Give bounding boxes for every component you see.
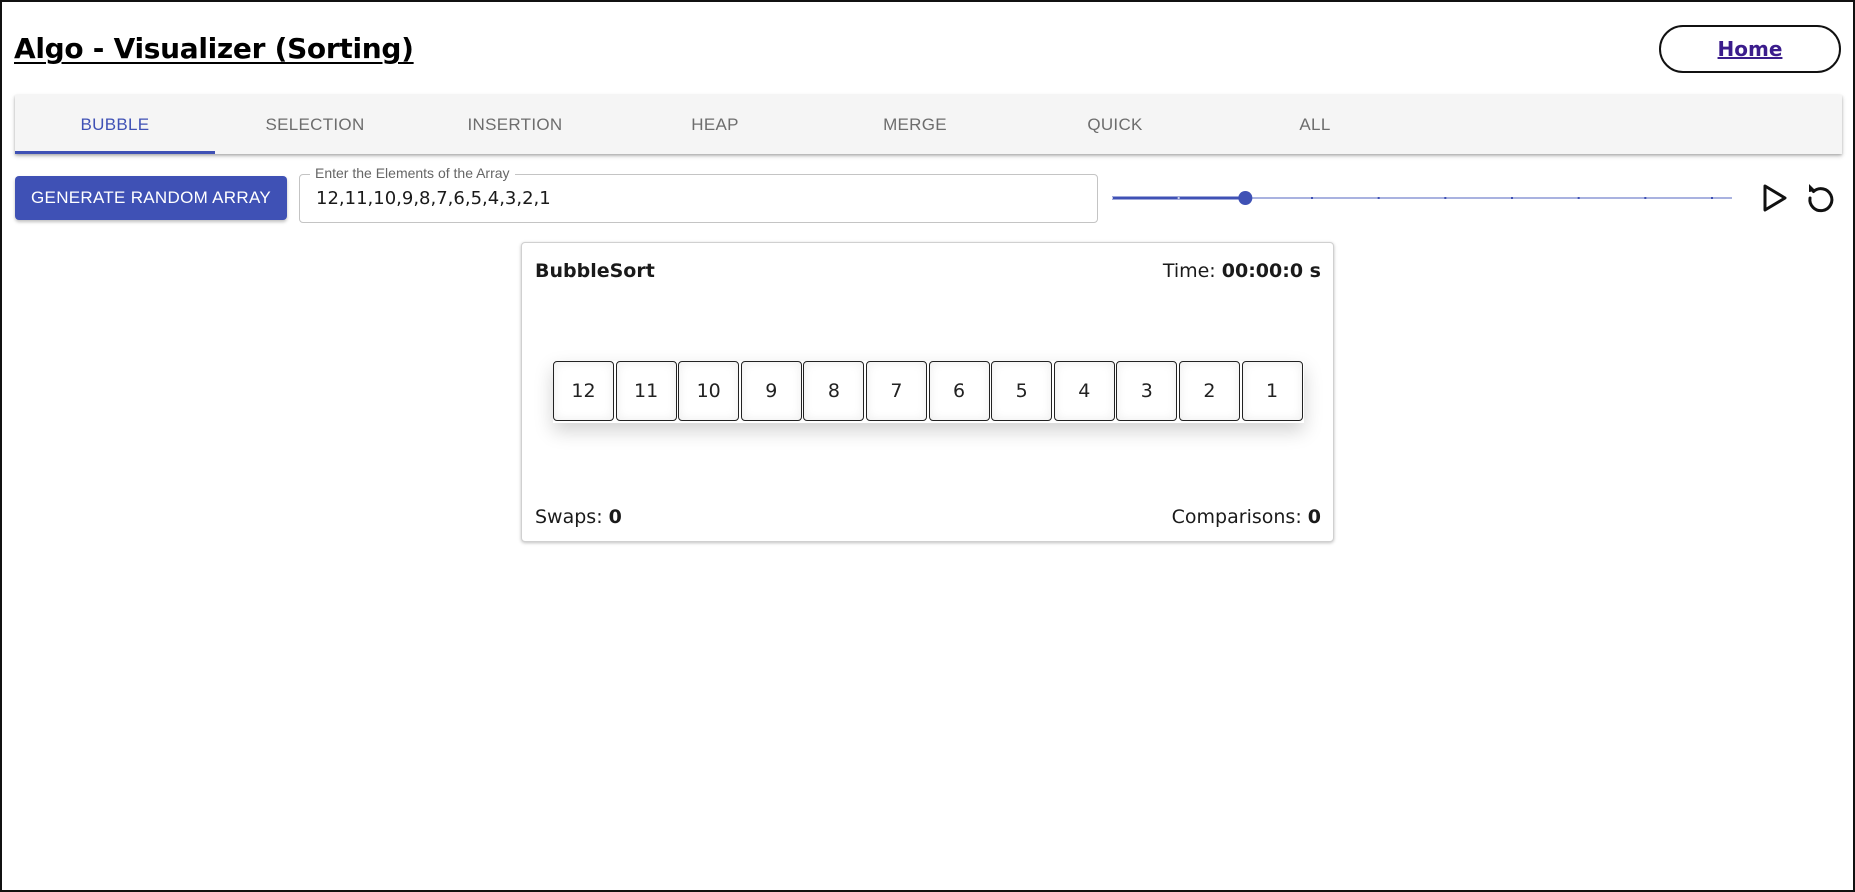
array-input-field[interactable]: Enter the Elements of the Array bbox=[299, 165, 1098, 223]
generate-random-array-button[interactable]: GENERATE RANDOM ARRAY bbox=[15, 176, 287, 220]
tab-quick[interactable]: QUICK bbox=[1015, 95, 1215, 154]
page-title: Algo - Visualizer (Sorting) bbox=[14, 32, 414, 65]
tab-bubble[interactable]: BUBBLE bbox=[15, 95, 215, 154]
swaps-value: 0 bbox=[608, 506, 622, 528]
comparisons-counter: Comparisons: 0 bbox=[1172, 506, 1321, 528]
swaps-counter: Swaps: 0 bbox=[535, 506, 622, 528]
slider-thumb[interactable] bbox=[1238, 191, 1253, 205]
array-element: 7 bbox=[865, 361, 927, 421]
array-input-label: Enter the Elements of the Array bbox=[310, 165, 515, 181]
swaps-label: Swaps: bbox=[535, 506, 603, 528]
tab-heap[interactable]: HEAP bbox=[615, 95, 815, 154]
app-window: Algo - Visualizer (Sorting) Home BUBBLE … bbox=[0, 0, 1855, 892]
array-element: 9 bbox=[740, 361, 802, 421]
home-button[interactable]: Home bbox=[1659, 25, 1841, 73]
comparisons-label: Comparisons: bbox=[1171, 506, 1302, 528]
comparisons-value: 0 bbox=[1307, 506, 1321, 528]
tab-all[interactable]: ALL bbox=[1215, 95, 1415, 154]
speed-slider[interactable] bbox=[1112, 188, 1732, 208]
tab-selection[interactable]: SELECTION bbox=[215, 95, 415, 154]
play-icon[interactable] bbox=[1756, 180, 1792, 216]
timer-label: Time: bbox=[1162, 260, 1216, 282]
timer-value: 00:00:0 s bbox=[1221, 260, 1321, 282]
array-element: 1 bbox=[1241, 361, 1303, 421]
array-element: 10 bbox=[678, 361, 740, 421]
timer: Time: 00:00:0 s bbox=[1163, 260, 1321, 282]
array-element: 11 bbox=[615, 361, 677, 421]
tab-merge[interactable]: MERGE bbox=[815, 95, 1015, 154]
array-element: 3 bbox=[1116, 361, 1178, 421]
tab-insertion[interactable]: INSERTION bbox=[415, 95, 615, 154]
reset-icon[interactable] bbox=[1803, 180, 1839, 216]
array-element: 8 bbox=[803, 361, 865, 421]
array-elements: 12 11 10 9 8 7 6 5 4 3 2 1 bbox=[553, 361, 1304, 423]
array-element: 6 bbox=[928, 361, 990, 421]
bubble-sort-card: BubbleSort Time: 00:00:0 s 12 11 10 9 8 … bbox=[521, 242, 1334, 542]
array-element: 4 bbox=[1053, 361, 1115, 421]
array-element: 12 bbox=[553, 361, 614, 421]
array-element: 2 bbox=[1178, 361, 1240, 421]
algorithm-title: BubbleSort bbox=[535, 260, 655, 282]
array-element: 5 bbox=[991, 361, 1053, 421]
algorithm-tabs: BUBBLE SELECTION INSERTION HEAP MERGE QU… bbox=[15, 95, 1842, 154]
active-tab-indicator bbox=[15, 151, 215, 154]
array-input[interactable] bbox=[316, 185, 1076, 211]
